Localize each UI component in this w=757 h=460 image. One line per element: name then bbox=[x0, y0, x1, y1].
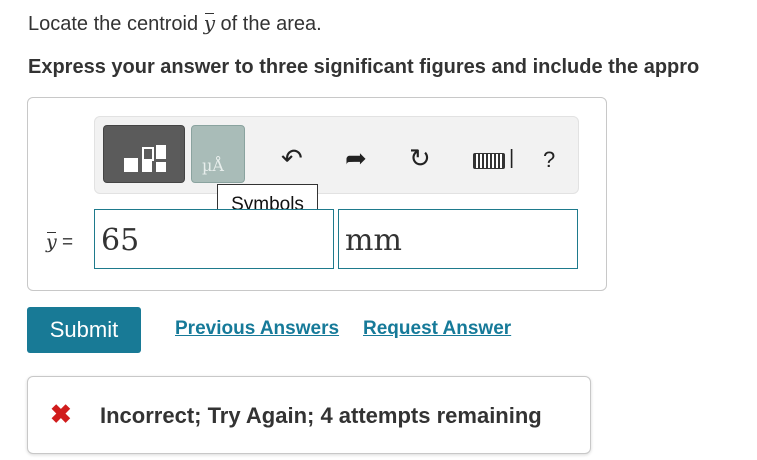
units-input[interactable]: mm bbox=[338, 209, 578, 269]
previous-answers-link[interactable]: Previous Answers bbox=[175, 318, 339, 340]
y-bar-variable: y bbox=[203, 11, 215, 35]
keyboard-icon[interactable] bbox=[473, 153, 505, 169]
answer-label-variable: y bbox=[46, 231, 57, 253]
answer-label-equals: = bbox=[56, 232, 74, 253]
help-button[interactable]: ? bbox=[543, 147, 555, 173]
keyboard-divider: | bbox=[509, 147, 515, 169]
prompt-text-after: of the area. bbox=[215, 13, 322, 35]
symbols-icon: µÅ bbox=[202, 156, 224, 175]
value-input[interactable]: 65 bbox=[94, 209, 334, 269]
symbols-button[interactable]: µÅ bbox=[191, 125, 245, 183]
templates-button[interactable] bbox=[103, 125, 185, 183]
feedback-box: ✖ Incorrect; Try Again; 4 attempts remai… bbox=[27, 376, 591, 454]
answer-instructions: Express your answer to three significant… bbox=[28, 56, 700, 78]
answer-label: y = bbox=[46, 231, 73, 254]
redo-icon[interactable]: ➦ bbox=[345, 145, 367, 171]
close-icon: ✖ bbox=[50, 399, 72, 429]
prompt-text-before: Locate the centroid bbox=[28, 13, 204, 35]
reset-icon[interactable]: ↻ bbox=[409, 145, 431, 171]
math-toolbar: µÅ ↶ ➦ ↻ | ? bbox=[94, 116, 579, 194]
request-answer-link[interactable]: Request Answer bbox=[363, 318, 511, 340]
submit-button[interactable]: Submit bbox=[27, 307, 141, 353]
undo-icon[interactable]: ↶ bbox=[281, 145, 303, 171]
feedback-text: Incorrect; Try Again; 4 attempts remaini… bbox=[100, 403, 542, 428]
question-prompt: Locate the centroid y of the area. bbox=[28, 11, 322, 36]
